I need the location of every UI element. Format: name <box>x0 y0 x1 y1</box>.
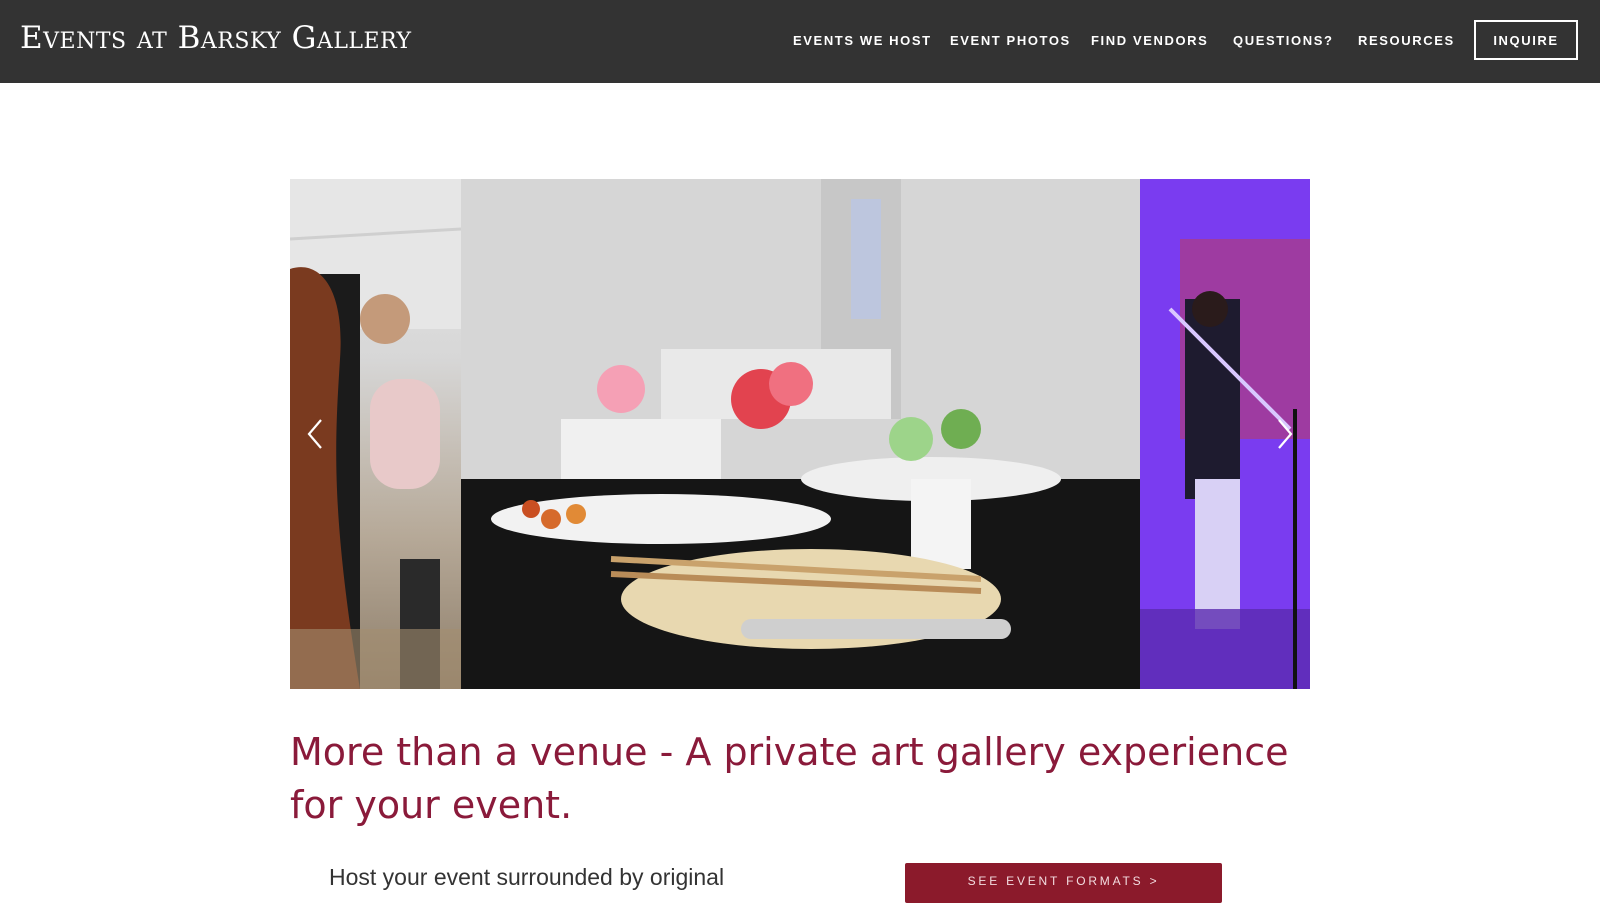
inquire-button[interactable]: INQUIRE <box>1474 20 1578 60</box>
chevron-right-icon <box>1278 419 1293 449</box>
carousel-slide-catering <box>461 179 1140 689</box>
nav-questions[interactable]: QUESTIONS? <box>1233 33 1334 48</box>
nav-event-photos[interactable]: EVENT PHOTOS <box>950 33 1071 48</box>
site-title[interactable]: Events at Barsky Gallery <box>20 20 412 56</box>
carousel-prev-button[interactable] <box>300 417 330 451</box>
site-header: Events at Barsky Gallery EVENTS WE HOST … <box>0 0 1600 83</box>
intro-text: Host your event surrounded by original <box>329 864 725 890</box>
chevron-left-icon <box>307 419 322 449</box>
see-event-formats-button[interactable]: SEE EVENT FORMATS > <box>905 863 1222 903</box>
carousel-next-button[interactable] <box>1270 417 1300 451</box>
page-headline: More than a venue - A private art galler… <box>290 730 1289 827</box>
nav-find-vendors[interactable]: FIND VENDORS <box>1091 33 1208 48</box>
nav-events-we-host[interactable]: EVENTS WE HOST <box>793 33 932 48</box>
catering-photo <box>461 179 1140 689</box>
nav-resources[interactable]: RESOURCES <box>1358 33 1455 48</box>
event-photo-carousel[interactable] <box>290 179 1310 689</box>
